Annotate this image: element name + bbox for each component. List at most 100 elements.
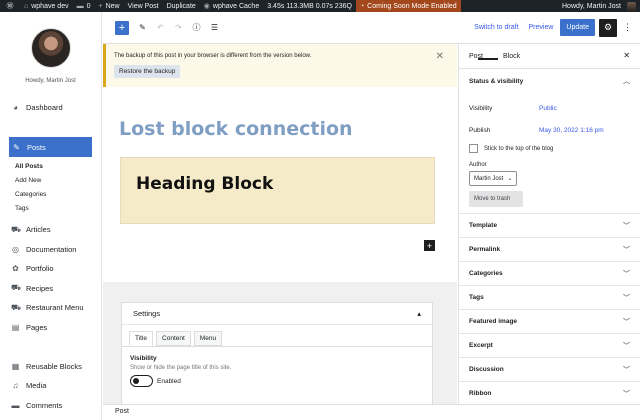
portfolio-icon: ✿ <box>12 264 19 274</box>
list-view-icon[interactable]: ☰ <box>210 23 219 32</box>
meta-box-header[interactable]: Settings ▴ <box>122 303 432 325</box>
breadcrumb[interactable]: Post <box>115 408 129 415</box>
visibility-field-description: Show or hide the page title of this site… <box>130 365 232 371</box>
admin-menu: ◕ Dashboard ✎ Posts <box>0 98 101 157</box>
menu-separator <box>0 118 101 138</box>
chevron-down-icon: ﹀ <box>623 342 630 350</box>
submenu-categories[interactable]: Categories <box>15 187 101 201</box>
tab-post[interactable]: Post <box>469 53 499 60</box>
panel-section-categories[interactable]: Categories ﹀ <box>459 262 640 286</box>
post-title[interactable]: Lost block connection <box>119 118 353 140</box>
chevron-down-icon: ﹀ <box>623 222 630 230</box>
panel-section-featured-image[interactable]: Featured image ﹀ <box>459 310 640 334</box>
query-stats[interactable]: 3.45s 113.3MB 0.07s 236Q <box>263 0 356 12</box>
chevron-up-icon[interactable]: ▴ <box>417 309 421 318</box>
status-visibility-body: Visibility Public Publish May 30, 2022 1… <box>459 93 640 214</box>
tab-title[interactable]: Title <box>129 331 154 346</box>
info-icon[interactable]: ⓘ <box>192 22 201 33</box>
admin-menu-rest: ⛟ Articles ◎ Documentation ✿ Portfolio ⛟ Rec… <box>0 220 101 415</box>
account-menu[interactable]: Howdy, Martin Jost <box>558 0 640 12</box>
home-icon: ⌂ <box>24 2 29 10</box>
redo-icon[interactable]: ↷ <box>174 23 183 32</box>
restore-backup-button[interactable]: Restore the backup <box>114 65 181 78</box>
tab-menu[interactable]: Menu <box>193 331 223 346</box>
visibility-label: Visibility <box>469 104 493 112</box>
visibility-value-button[interactable]: Public <box>539 105 557 112</box>
author-value: Martin Jost <box>474 175 504 182</box>
editor-area: The backup of this post in your browser … <box>103 44 457 404</box>
comments-link[interactable]: ▬ 0 <box>73 0 95 12</box>
visibility-toggle[interactable] <box>130 375 153 387</box>
duplicate-link[interactable]: Duplicate <box>163 0 200 12</box>
sidebar-item-dashboard[interactable]: ◕ Dashboard <box>0 98 101 118</box>
publish-date-button[interactable]: May 30, 2022 1:16 pm <box>539 127 604 134</box>
avatar[interactable] <box>30 28 71 68</box>
sticky-checkbox[interactable] <box>469 144 478 153</box>
chevron-down-icon: ﹀ <box>623 270 630 278</box>
heading-text[interactable]: Heading Block <box>136 174 273 194</box>
panel-section-ribbon[interactable]: Ribbon ﹀ <box>459 382 640 404</box>
visibility-row: Visibility Public <box>469 97 630 119</box>
editor-canvas: The backup of this post in your browser … <box>103 44 457 282</box>
toggle-label: Enabled <box>157 377 181 385</box>
block-append-plus-icon[interactable]: + <box>424 240 435 251</box>
tab-block[interactable]: Block <box>503 53 520 60</box>
update-button[interactable]: Update <box>560 19 595 36</box>
undo-icon[interactable]: ↶ <box>156 23 165 32</box>
tools-pencil-icon[interactable]: ✎ <box>138 23 147 32</box>
backup-notice: The backup of this post in your browser … <box>103 44 457 87</box>
chevron-down-icon: ﹀ <box>623 318 630 326</box>
media-icon: ♫ <box>12 381 19 391</box>
new-content-link[interactable]: + New <box>95 0 124 12</box>
panel-section-tags[interactable]: Tags ﹀ <box>459 286 640 310</box>
coming-soon-badge[interactable]: ◔ Coming Soon Mode Enabled <box>355 0 461 12</box>
heading-block[interactable]: Heading Block <box>120 157 435 224</box>
tab-content[interactable]: Content <box>156 331 191 346</box>
sidebar-item-restaurant-menu[interactable]: ⛟ Restaurant Menu <box>0 298 101 318</box>
sidebar-item-documentation[interactable]: ◎ Documentation <box>0 240 101 260</box>
sidebar-item-pages[interactable]: ▤ Pages <box>0 318 101 338</box>
panel-section-template[interactable]: Template ﹀ <box>459 214 640 238</box>
panel-section-excerpt[interactable]: Excerpt ﹀ <box>459 334 640 358</box>
admin-sidebar: Howdy, Martin Jost ◕ Dashboard ✎ Posts All… <box>0 12 102 420</box>
profile: Howdy, Martin Jost <box>0 12 101 98</box>
panel-section-discussion[interactable]: Discussion ﹀ <box>459 358 640 382</box>
move-to-trash-button[interactable]: Move to trash <box>469 191 523 207</box>
editor-footer: Post <box>103 404 640 420</box>
submenu-tags[interactable]: Tags <box>15 201 101 215</box>
profile-greeting: Howdy, Martin Jost <box>25 78 76 84</box>
sidebar-item-recipes[interactable]: ⛟ Recipes <box>0 279 101 299</box>
submenu-add-new[interactable]: Add New <box>15 173 101 187</box>
sidebar-item-articles[interactable]: ⛟ Articles <box>0 220 101 240</box>
cart-icon: ⛟ <box>11 302 22 312</box>
site-name-link[interactable]: ⌂ wphave dev <box>20 0 73 12</box>
sidebar-item-comments[interactable]: ▬ Comments <box>0 396 101 416</box>
clock-icon: ◔ <box>359 2 365 10</box>
posts-submenu: All Posts Add New Categories Tags <box>0 159 101 215</box>
sidebar-item-portfolio[interactable]: ✿ Portfolio <box>0 259 101 279</box>
cache-link[interactable]: ◉ wphave Cache <box>200 0 263 12</box>
switch-to-draft-button[interactable]: Switch to draft <box>469 24 523 31</box>
submenu-all-posts[interactable]: All Posts <box>15 159 101 173</box>
settings-gear-icon[interactable]: ⚙ <box>599 18 617 37</box>
block-inserter-button[interactable]: + <box>115 20 129 35</box>
view-post-link[interactable]: View Post <box>124 0 163 12</box>
chevron-down-icon: ⌄ <box>507 176 513 182</box>
section-title: Excerpt <box>469 342 493 349</box>
section-title: Status & visibility <box>469 77 524 85</box>
sidebar-item-media[interactable]: ♫ Media <box>0 376 101 396</box>
sidebar-item-reusable-blocks[interactable]: ▦ Reusable Blocks <box>0 357 101 377</box>
close-icon[interactable]: ✕ <box>623 51 630 60</box>
sidebar-item-posts[interactable]: ✎ Posts <box>9 137 92 157</box>
close-icon[interactable]: ✕ <box>436 51 444 62</box>
panel-section-permalink[interactable]: Permalink ﹀ <box>459 238 640 262</box>
publish-row: Publish May 30, 2022 1:16 pm <box>469 119 630 141</box>
author-select[interactable]: Martin Jost ⌄ <box>469 171 518 186</box>
cache-icon: ◉ <box>203 3 210 10</box>
more-options-icon[interactable]: ⋮ <box>623 22 632 33</box>
status-visibility-header[interactable]: Status & visibility ︿ <box>459 69 640 93</box>
section-title: Featured image <box>469 318 518 325</box>
plus-icon: + <box>98 2 103 10</box>
preview-button[interactable]: Preview <box>524 24 559 31</box>
wordpress-logo-icon[interactable]: Ⓦ <box>0 0 20 12</box>
